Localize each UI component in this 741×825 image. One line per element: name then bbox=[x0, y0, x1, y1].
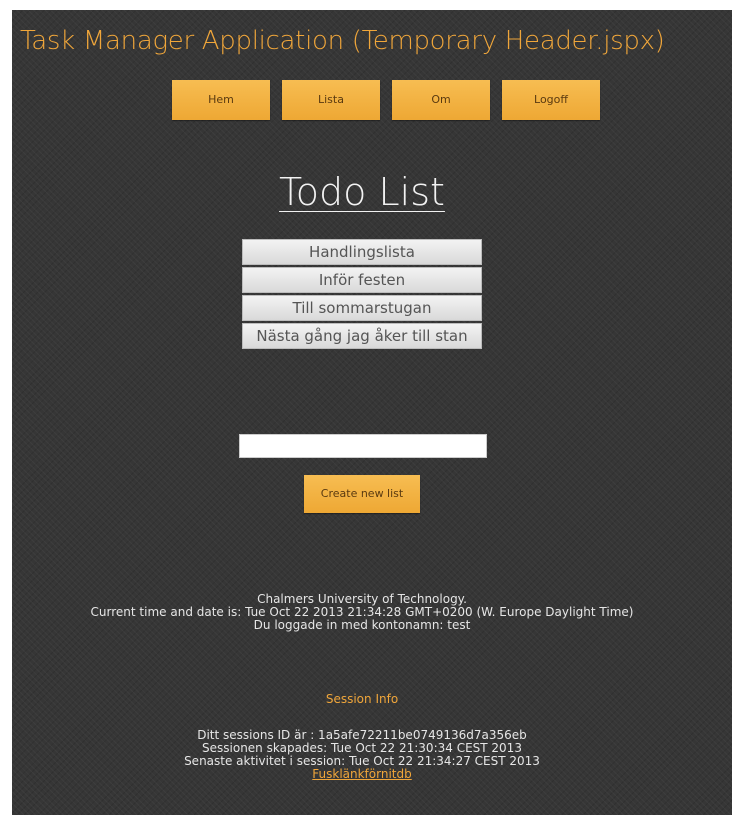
session-info-heading: Session Info bbox=[325, 692, 399, 706]
app-title: Task Manager Application (Temporary Head… bbox=[20, 26, 665, 56]
nav-logoff-button[interactable]: Logoff bbox=[502, 80, 600, 120]
page-title: Todo List bbox=[279, 170, 445, 214]
todo-list-item[interactable]: Till sommarstugan bbox=[242, 295, 482, 321]
session-info: Ditt sessions ID är : 1a5afe72211be07491… bbox=[12, 729, 712, 781]
cheat-link[interactable]: Fusklänkförnitdb bbox=[312, 767, 411, 781]
nav-list-button[interactable]: Lista bbox=[282, 80, 380, 120]
page-footer: Chalmers University of Technology. Curre… bbox=[12, 593, 712, 632]
todo-list: Handlingslista Inför festen Till sommars… bbox=[242, 239, 482, 351]
new-list-name-input[interactable] bbox=[239, 434, 487, 458]
nav-home-button[interactable]: Hem bbox=[172, 80, 270, 120]
login-account-text: Du loggade in med kontonamn: test bbox=[253, 618, 471, 632]
create-new-list-button[interactable]: Create new list bbox=[304, 475, 420, 513]
todo-list-item[interactable]: Inför festen bbox=[242, 267, 482, 293]
todo-list-item[interactable]: Handlingslista bbox=[242, 239, 482, 265]
app-frame: Task Manager Application (Temporary Head… bbox=[12, 10, 732, 815]
nav-about-button[interactable]: Om bbox=[392, 80, 490, 120]
todo-list-item[interactable]: Nästa gång jag åker till stan bbox=[242, 323, 482, 349]
